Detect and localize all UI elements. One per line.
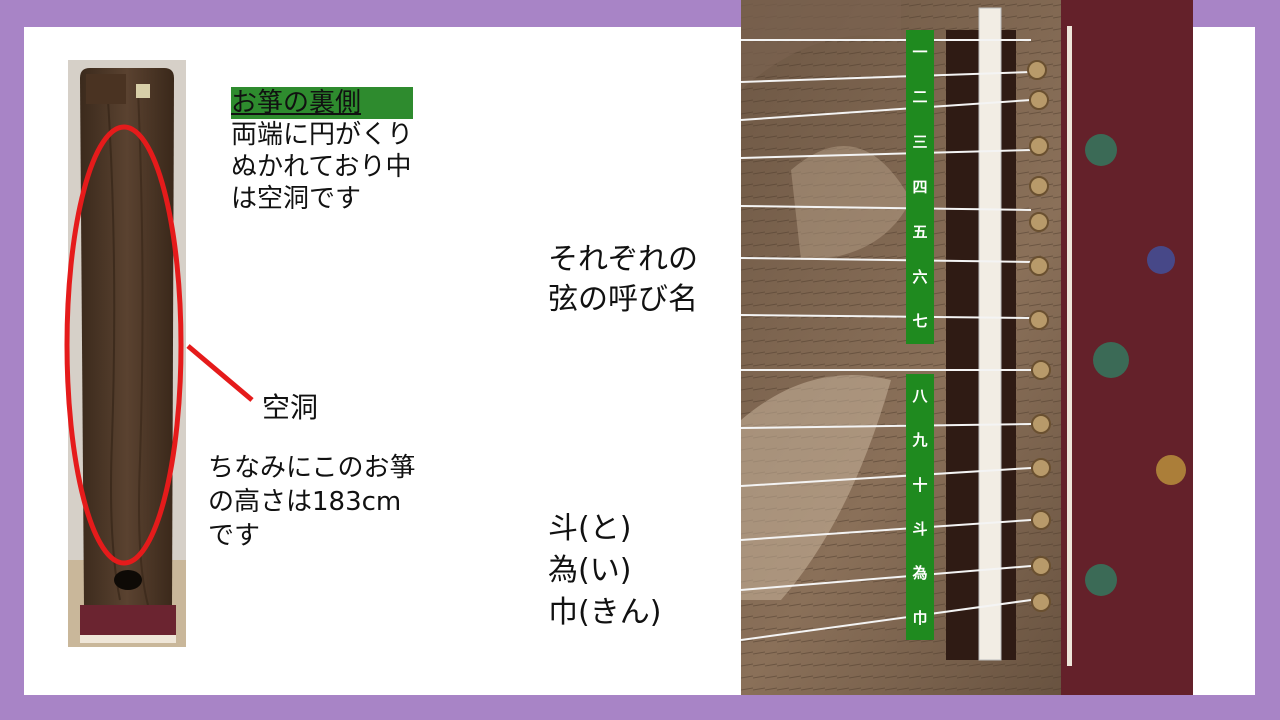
koto-back-heading: お箏の裏側	[231, 87, 414, 119]
extra-string-item: 為(い)	[548, 553, 632, 588]
string-label: 七	[912, 312, 928, 331]
string-label: 五	[912, 222, 928, 241]
string-label: 三	[912, 133, 928, 152]
extra-string-item: 斗(と)	[548, 511, 632, 546]
koto-height-note: ちなみにこのお箏 の高さは183cm です	[208, 451, 415, 553]
string-names-title-line: 弦の呼び名	[548, 282, 698, 317]
string-label: 十	[912, 475, 928, 494]
string-label: 巾	[912, 608, 928, 627]
string-names-title: それぞれの 弦の呼び名	[548, 240, 698, 320]
string-label: 八	[912, 387, 928, 406]
koto-strings-photo	[741, 0, 1193, 695]
koto-back-description: お箏の裏側 両端に円がくり ぬかれており中 は空洞です	[231, 87, 414, 215]
string-labels-lower: 八 九 十 斗 為 巾	[906, 374, 934, 640]
back-desc-line: 両端に円がくり	[231, 120, 414, 150]
extra-string-item: 巾(きん)	[548, 595, 662, 630]
string-label: 二	[912, 88, 928, 107]
extra-strings-list: 斗(と) 為(い) 巾(きん)	[548, 508, 661, 634]
string-labels-upper: 一 二 三 四 五 六 七	[906, 30, 934, 344]
string-label: 一	[912, 43, 928, 62]
height-line: です	[208, 521, 261, 551]
string-label: 九	[912, 431, 928, 450]
height-line: ちなみにこのお箏	[208, 453, 416, 483]
string-label: 六	[912, 267, 928, 286]
hollow-label: 空洞	[262, 391, 319, 424]
string-names-title-line: それぞれの	[548, 242, 698, 277]
koto-back-photo	[68, 60, 186, 647]
string-label: 為	[912, 564, 928, 583]
back-desc-line: ぬかれており中	[231, 152, 412, 182]
back-desc-line: は空洞です	[231, 184, 362, 214]
string-label: 四	[912, 177, 928, 196]
height-line: の高さは183cm	[208, 487, 402, 517]
string-label: 斗	[912, 520, 928, 539]
